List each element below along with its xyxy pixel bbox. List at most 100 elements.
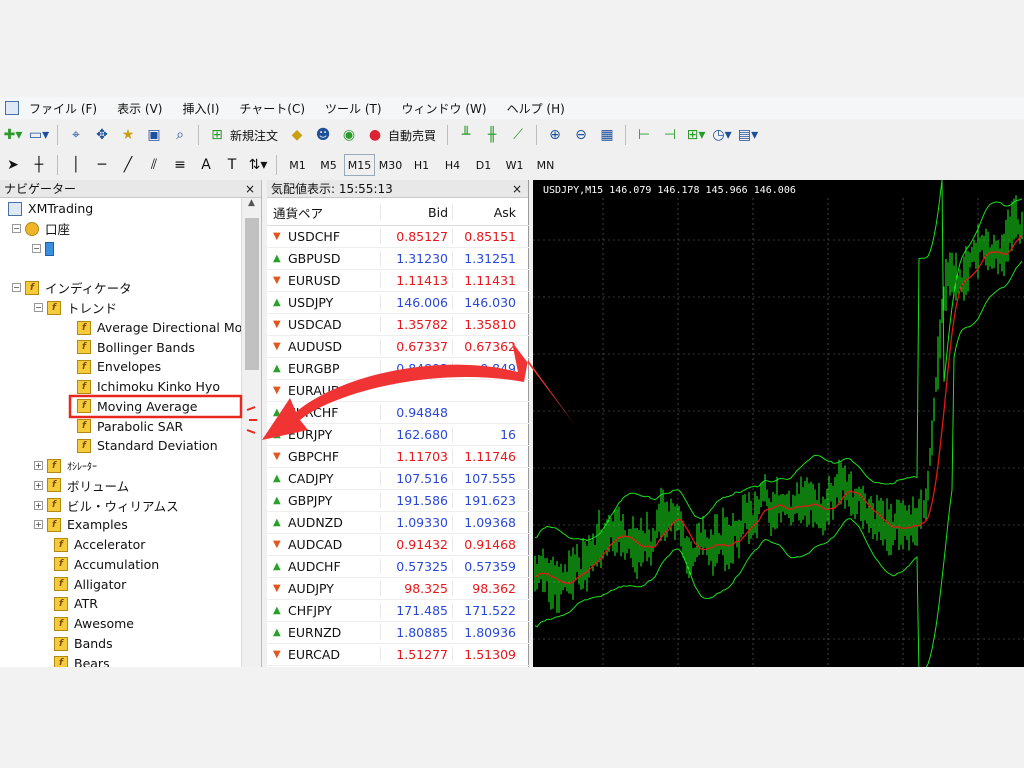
horizontal-line-icon[interactable]: ─ bbox=[91, 154, 113, 176]
expand-icon[interactable]: + bbox=[34, 500, 43, 510]
timeframe-m1-button[interactable]: M1 bbox=[282, 154, 313, 176]
autoscroll-icon[interactable]: ⊣ bbox=[659, 124, 681, 146]
templates-icon[interactable]: ▤▾ bbox=[737, 124, 759, 146]
collapse-icon[interactable]: − bbox=[12, 224, 21, 233]
market-watch-row[interactable]: ▲ CHFJPY 171.485 171.522 bbox=[267, 600, 529, 622]
line-chart-icon[interactable]: ⟋ bbox=[507, 124, 529, 146]
zoom-out-icon[interactable]: ⊖ bbox=[570, 124, 592, 146]
market-watch-row[interactable]: ▲ EURGBP 0.84893 0.849 bbox=[267, 358, 529, 380]
scrollbar-thumb[interactable] bbox=[245, 218, 259, 370]
tree-group-folder[interactable]: + f Examples bbox=[34, 515, 128, 534]
community-icon[interactable]: ☻ bbox=[312, 124, 334, 146]
channel-icon[interactable]: ⫽ bbox=[143, 154, 165, 176]
tree-indicator-item[interactable]: f Awesome bbox=[54, 614, 134, 633]
market-watch-row[interactable]: ▼ AUDCAD 0.91432 0.91468 bbox=[267, 534, 529, 556]
timeframe-m15-button[interactable]: M15 bbox=[344, 154, 375, 176]
timeframe-w1-button[interactable]: W1 bbox=[499, 154, 530, 176]
tree-indicator-item[interactable]: f Alligator bbox=[54, 575, 126, 594]
collapse-icon[interactable]: − bbox=[32, 244, 41, 253]
market-watch-row[interactable]: ▼ EURAUD bbox=[267, 380, 529, 402]
market-watch-row[interactable]: ▲ USDJPY 146.006 146.030 bbox=[267, 292, 529, 314]
tree-indicator-item[interactable]: f Envelopes bbox=[77, 357, 161, 376]
tree-indicator-item[interactable]: f ATR bbox=[54, 594, 98, 613]
auto-trading-button[interactable]: 自動売買 bbox=[388, 127, 436, 144]
arrows-icon[interactable]: ⇅▾ bbox=[247, 154, 269, 176]
market-watch-row[interactable]: ▲ GBPUSD 1.31230 1.31251 bbox=[267, 248, 529, 270]
new-chart-icon[interactable]: ✚▾ bbox=[2, 124, 24, 146]
menu-chart[interactable]: チャート(C) bbox=[239, 100, 305, 117]
collapse-icon[interactable]: − bbox=[34, 303, 43, 312]
market-watch-row[interactable]: ▲ AUDNZD 1.09330 1.09368 bbox=[267, 512, 529, 534]
market-watch-row[interactable]: ▲ EURJPY 162.680 16 bbox=[267, 424, 529, 446]
chart-shift-icon[interactable]: ⊢ bbox=[633, 124, 655, 146]
timeframe-m5-button[interactable]: M5 bbox=[313, 154, 344, 176]
tree-group-folder[interactable]: + f ｵｼﾚｰﾀｰ bbox=[34, 456, 97, 475]
market-watch-row[interactable]: ▼ AUDJPY 98.325 98.362 bbox=[267, 578, 529, 600]
tree-indicator-item[interactable]: f Ichimoku Kinko Hyo bbox=[77, 377, 220, 396]
data-window-icon[interactable]: ✥ bbox=[91, 124, 113, 146]
fibonacci-icon[interactable]: ≡ bbox=[169, 154, 191, 176]
col-bid[interactable]: Bid bbox=[380, 205, 452, 220]
tree-indicator-item[interactable]: f Bands bbox=[54, 634, 113, 653]
tree-indicator-item[interactable]: f Accelerator bbox=[54, 535, 145, 554]
terminal-icon[interactable]: ▣ bbox=[143, 124, 165, 146]
profiles-icon[interactable]: ▭▾ bbox=[28, 124, 50, 146]
cursor-icon[interactable]: ➤ bbox=[2, 154, 24, 176]
signals-icon[interactable]: ◉ bbox=[338, 124, 360, 146]
market-watch-row[interactable]: ▲ AUDCHF 0.57325 0.57359 bbox=[267, 556, 529, 578]
menu-help[interactable]: ヘルプ (H) bbox=[507, 100, 565, 117]
chart-window[interactable]: USDJPY,M15 146.079 146.178 145.966 146.0… bbox=[533, 179, 1024, 667]
menu-window[interactable]: ウィンドウ (W) bbox=[402, 100, 487, 117]
timeframe-d1-button[interactable]: D1 bbox=[468, 154, 499, 176]
trendline-icon[interactable]: ╱ bbox=[117, 154, 139, 176]
navigator-icon[interactable]: ★ bbox=[117, 124, 139, 146]
price-chart[interactable] bbox=[533, 179, 1024, 667]
tree-indicator-item[interactable]: f Average Directional Movement Index bbox=[77, 318, 242, 337]
market-watch-row[interactable]: ▲ CADJPY 107.516 107.555 bbox=[267, 468, 529, 490]
tree-indicator-item[interactable]: f Moving Average bbox=[77, 397, 197, 416]
tree-root-xmtrading[interactable]: XMTrading bbox=[8, 199, 93, 218]
new-order-button[interactable]: 新規注文 bbox=[230, 127, 278, 144]
tree-indicator-item[interactable]: f Bears bbox=[54, 654, 110, 667]
market-watch-row[interactable]: ▼ EURUSD 1.11413 1.11431 bbox=[267, 270, 529, 292]
tree-group-folder[interactable]: + f ボリューム bbox=[34, 476, 129, 495]
navigator-close-button[interactable]: × bbox=[245, 182, 255, 196]
tree-group-folder[interactable]: + f ビル・ウィリアムス bbox=[34, 496, 179, 515]
candlestick-icon[interactable]: ╫ bbox=[481, 124, 503, 146]
auto-trading-icon[interactable]: ● bbox=[364, 124, 386, 146]
indicators-icon[interactable]: ⊞▾ bbox=[685, 124, 707, 146]
expand-icon[interactable]: + bbox=[34, 461, 43, 470]
market-watch-row[interactable]: ▲ GBPJPY 191.586 191.623 bbox=[267, 490, 529, 512]
market-watch-row[interactable]: ▲ EURNZD 1.80885 1.80936 bbox=[267, 622, 529, 644]
tree-trend-folder[interactable]: − f トレンド bbox=[34, 298, 117, 317]
market-watch-row[interactable]: ▼ USDCAD 1.35782 1.35810 bbox=[267, 314, 529, 336]
expand-icon[interactable]: + bbox=[34, 520, 43, 530]
bar-chart-icon[interactable]: ╨ bbox=[455, 124, 477, 146]
tile-windows-icon[interactable]: ▦ bbox=[596, 124, 618, 146]
crosshair-icon[interactable]: ┼ bbox=[28, 154, 50, 176]
vertical-line-icon[interactable]: │ bbox=[65, 154, 87, 176]
tree-indicator-item[interactable]: f Standard Deviation bbox=[77, 436, 218, 455]
scroll-up-icon[interactable]: ▲ bbox=[242, 198, 261, 208]
periods-icon[interactable]: ◷▾ bbox=[711, 124, 733, 146]
col-ask[interactable]: Ask bbox=[452, 205, 524, 220]
tree-indicator-item[interactable]: f Bollinger Bands bbox=[77, 338, 195, 357]
timeframe-m30-button[interactable]: M30 bbox=[375, 154, 406, 176]
collapse-icon[interactable]: − bbox=[12, 283, 21, 292]
menu-view[interactable]: 表示 (V) bbox=[117, 100, 162, 117]
market-watch-row[interactable]: ▼ USDCHF 0.85127 0.85151 bbox=[267, 226, 529, 248]
timeframe-mn-button[interactable]: MN bbox=[530, 154, 561, 176]
menu-insert[interactable]: 挿入(I) bbox=[182, 100, 219, 117]
col-symbol[interactable]: 通貨ペア bbox=[267, 203, 380, 222]
tree-indicators[interactable]: − f インディケータ bbox=[12, 278, 132, 297]
zoom-in-icon[interactable]: ⊕ bbox=[544, 124, 566, 146]
new-order-icon[interactable]: ⊞ bbox=[206, 124, 228, 146]
market-watch-row[interactable]: ▼ AUDUSD 0.67337 0.67362 bbox=[267, 336, 529, 358]
tree-indicator-item[interactable]: f Accumulation bbox=[54, 555, 159, 574]
timeframe-h4-button[interactable]: H4 bbox=[437, 154, 468, 176]
market-watch-close-button[interactable]: × bbox=[512, 182, 522, 196]
navigator-scrollbar[interactable]: ▲ bbox=[241, 198, 261, 667]
tree-indicator-item[interactable]: f Parabolic SAR bbox=[77, 417, 183, 436]
market-watch-row[interactable]: ▼ GBPCHF 1.11703 1.11746 bbox=[267, 446, 529, 468]
text-tool-icon[interactable]: A bbox=[195, 154, 217, 176]
